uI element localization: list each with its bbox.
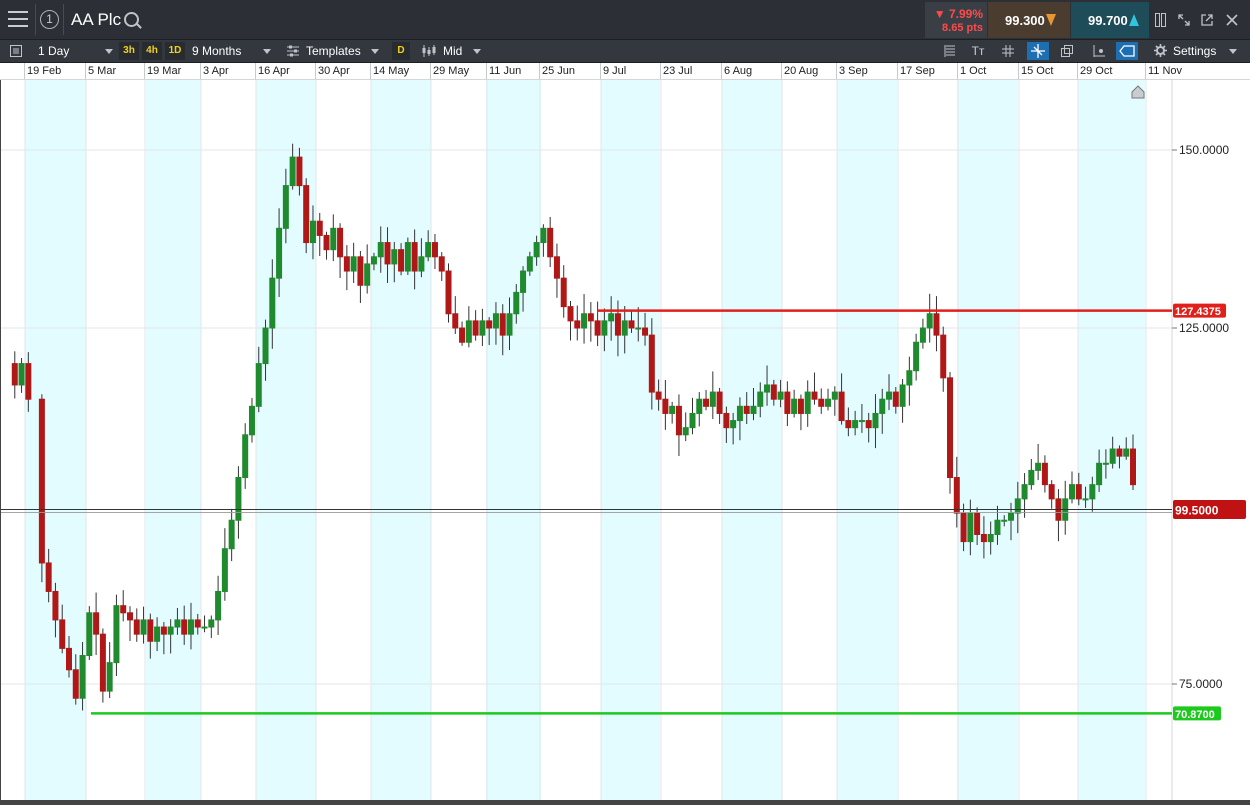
date-tick bbox=[957, 63, 958, 79]
date-tick bbox=[85, 63, 86, 79]
date-tick bbox=[486, 63, 487, 79]
date-label: 29 May bbox=[433, 65, 470, 77]
instrument-title: AA Plc bbox=[71, 10, 122, 29]
interval-3h[interactable]: 3h bbox=[119, 42, 139, 60]
date-tick bbox=[836, 63, 837, 79]
buy-price: 99.700 bbox=[1088, 13, 1128, 28]
date-label: 11 Nov bbox=[1148, 65, 1183, 77]
settings-button[interactable]: Settings bbox=[1173, 40, 1216, 62]
chevron-down-icon[interactable] bbox=[105, 49, 113, 54]
expand-icon[interactable] bbox=[1178, 13, 1190, 26]
sell-price: 99.300 bbox=[1005, 13, 1045, 28]
candlestick-icon[interactable] bbox=[418, 42, 440, 60]
search-icon[interactable] bbox=[124, 12, 139, 27]
chart-toolbar: 1 Day 3h 4h 1D 9 Months Templates D Mid … bbox=[0, 40, 1250, 63]
list-icon[interactable] bbox=[939, 42, 961, 60]
date-tick bbox=[897, 63, 898, 79]
price-type-select[interactable]: Mid bbox=[443, 40, 462, 62]
menu-icon[interactable] bbox=[8, 11, 28, 27]
date-tick bbox=[1145, 63, 1146, 79]
date-tick bbox=[200, 63, 201, 79]
interval-1d[interactable]: 1D bbox=[165, 42, 185, 60]
gear-icon[interactable] bbox=[1149, 42, 1171, 60]
date-tick bbox=[721, 63, 722, 79]
ticket-icon[interactable] bbox=[1116, 42, 1138, 60]
date-label: 11 Jun bbox=[489, 65, 522, 77]
buy-button[interactable]: 99.700 bbox=[1071, 2, 1149, 38]
date-tick bbox=[24, 63, 25, 79]
date-tick bbox=[781, 63, 782, 79]
date-label: 19 Mar bbox=[147, 65, 182, 77]
chevron-down-icon[interactable] bbox=[263, 49, 271, 54]
date-label: 5 Mar bbox=[88, 65, 117, 77]
chevron-down-icon[interactable] bbox=[1229, 49, 1237, 54]
date-label: 25 Jun bbox=[542, 65, 576, 77]
grid-icon[interactable] bbox=[997, 42, 1019, 60]
crosshair-icon[interactable] bbox=[1027, 42, 1049, 60]
arrow-up-icon bbox=[1129, 14, 1139, 26]
date-label: 6 Aug bbox=[724, 65, 753, 77]
date-label: 1 Oct bbox=[960, 65, 987, 77]
date-tick bbox=[660, 63, 661, 79]
date-label: 14 May bbox=[373, 65, 410, 77]
date-label: 20 Aug bbox=[784, 65, 819, 77]
sell-button[interactable]: 99.300 bbox=[988, 2, 1070, 38]
date-tick bbox=[370, 63, 371, 79]
chevron-down-icon[interactable] bbox=[473, 49, 481, 54]
date-label: 9 Jul bbox=[603, 65, 627, 77]
change-percent: ▼ 7.99% bbox=[933, 7, 983, 21]
text-size-icon[interactable]: Tт bbox=[967, 42, 989, 60]
divider bbox=[63, 4, 64, 35]
chart-pane-border bbox=[0, 80, 1250, 805]
date-tick bbox=[315, 63, 316, 79]
date-tick bbox=[144, 63, 145, 79]
popout-icon[interactable] bbox=[1201, 13, 1213, 26]
date-tick bbox=[255, 63, 256, 79]
date-tick bbox=[1077, 63, 1078, 79]
layers-icon[interactable] bbox=[1057, 42, 1079, 60]
interval-select[interactable]: 1 Day bbox=[38, 40, 69, 62]
date-label: 15 Oct bbox=[1021, 65, 1054, 77]
templates-button[interactable]: Templates bbox=[306, 40, 361, 62]
date-label: 19 Feb bbox=[27, 65, 62, 77]
info-icon[interactable]: 1 bbox=[40, 10, 59, 29]
date-tick bbox=[600, 63, 601, 79]
chevron-down-icon[interactable] bbox=[371, 49, 379, 54]
bottom-strip bbox=[0, 800, 1250, 805]
date-tick bbox=[1018, 63, 1019, 79]
price-change-box: ▼ 7.99% 8.65 pts bbox=[925, 2, 987, 38]
interval-4h[interactable]: 4h bbox=[142, 42, 162, 60]
pause-icon[interactable] bbox=[1155, 13, 1167, 27]
title-bar: 1 AA Plc ▼ 7.99% 8.65 pts 99.300 99.700 bbox=[0, 0, 1250, 40]
date-tick bbox=[430, 63, 431, 79]
date-label: 3 Apr bbox=[203, 65, 229, 77]
date-label: 17 Sep bbox=[900, 65, 935, 77]
trading-app: 1 AA Plc ▼ 7.99% 8.65 pts 99.300 99.700 bbox=[0, 0, 1250, 805]
date-label: 30 Apr bbox=[318, 65, 350, 77]
close-icon[interactable] bbox=[1226, 13, 1238, 26]
list-icon[interactable] bbox=[5, 42, 27, 60]
date-label: 3 Sep bbox=[839, 65, 868, 77]
date-label: 23 Jul bbox=[663, 65, 693, 77]
date-axis: 19 Feb 5 Mar 19 Mar 3 Apr 16 Apr 30 Apr 14 May… bbox=[0, 63, 1250, 80]
date-label: 16 Apr bbox=[258, 65, 290, 77]
divider bbox=[35, 4, 36, 35]
arrow-down-icon bbox=[1046, 14, 1056, 26]
drawing-icon[interactable] bbox=[1088, 42, 1110, 60]
date-label: 29 Oct bbox=[1080, 65, 1113, 77]
d-chip[interactable]: D bbox=[392, 42, 410, 60]
range-select[interactable]: 9 Months bbox=[192, 40, 241, 62]
change-points: 8.65 pts bbox=[942, 22, 983, 34]
date-tick bbox=[539, 63, 540, 79]
templates-icon[interactable] bbox=[282, 42, 304, 60]
